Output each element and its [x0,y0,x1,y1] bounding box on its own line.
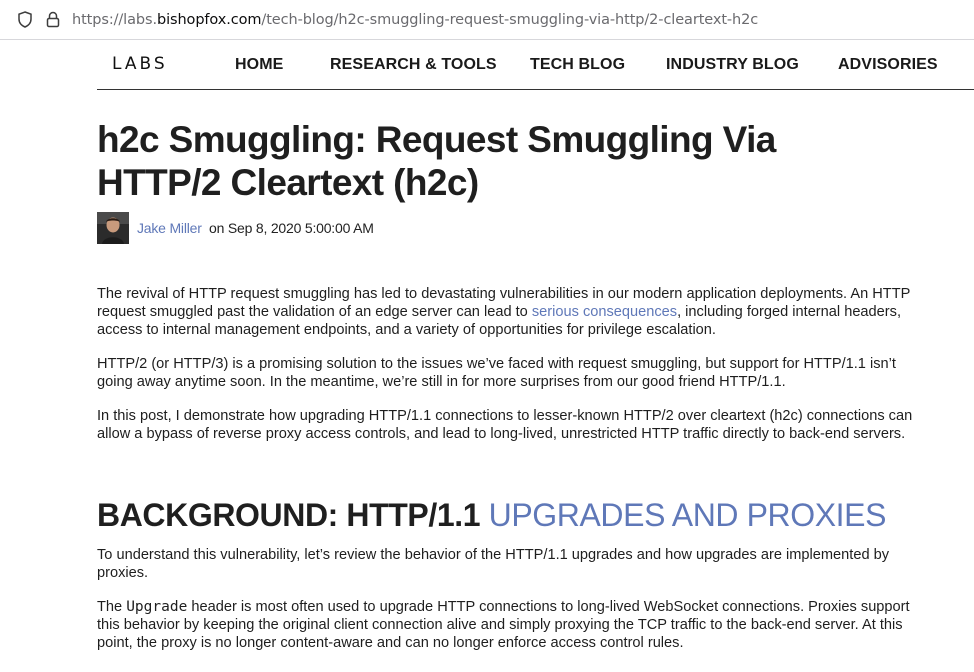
nav-item-research-tools[interactable]: RESEARCH & TOOLS [330,56,497,74]
heading-dark-part: BACKGROUND: HTTP/1.1 [97,497,489,533]
url-path: /tech-blog/h2c-smuggling-request-smuggli… [261,12,759,28]
author-avatar[interactable] [97,212,129,244]
article-title: h2c Smuggling: Request Smuggling Via HTT… [97,119,776,203]
author-name-link[interactable]: Jake Miller [137,220,202,236]
url-text[interactable]: https://labs.bishopfox.com/tech-blog/h2c… [72,11,758,29]
p5-text-after: header is most often used to upgrade HTT… [97,599,910,651]
tracking-shield-icon[interactable] [17,11,33,28]
upgrade-code: Upgrade [126,599,188,615]
serious-consequences-link[interactable]: serious consequences [532,304,677,320]
paragraph-upgrade-header: The Upgrade header is most often used to… [97,598,927,652]
section-heading-background: BACKGROUND: HTTP/1.1 UPGRADES AND PROXIE… [97,496,886,534]
browser-address-bar[interactable]: https://labs.bishopfox.com/tech-blog/h2c… [0,0,974,40]
nav-item-advisories[interactable]: ADVISORIES [838,56,938,74]
nav-item-industry-blog[interactable]: INDUSTRY BLOG [666,56,799,74]
p5-text-before: The [97,599,127,615]
nav-item-tech-blog[interactable]: TECH BLOG [530,56,625,74]
paragraph-intro: The revival of HTTP request smuggling ha… [97,285,927,339]
heading-accent-part: UPGRADES AND PROXIES [488,497,887,533]
paragraph-review: To understand this vulnerability, let’s … [97,547,890,581]
paragraph-demonstration: In this post, I demonstrate how upgradin… [97,408,913,442]
lock-icon[interactable] [46,11,60,28]
site-nav: LABS HOME RESEARCH & TOOLS TECH BLOG IND… [97,40,974,90]
nav-item-home[interactable]: HOME [235,56,283,74]
avatar-portrait-icon [97,212,129,244]
url-host: bishopfox.com [156,12,262,28]
publish-date: on Sep 8, 2020 5:00:00 AM [209,220,374,236]
url-prefix: https://labs. [72,12,157,28]
paragraph-http2: HTTP/2 (or HTTP/3) is a promising soluti… [97,356,896,390]
labs-logo[interactable]: LABS [112,54,168,74]
